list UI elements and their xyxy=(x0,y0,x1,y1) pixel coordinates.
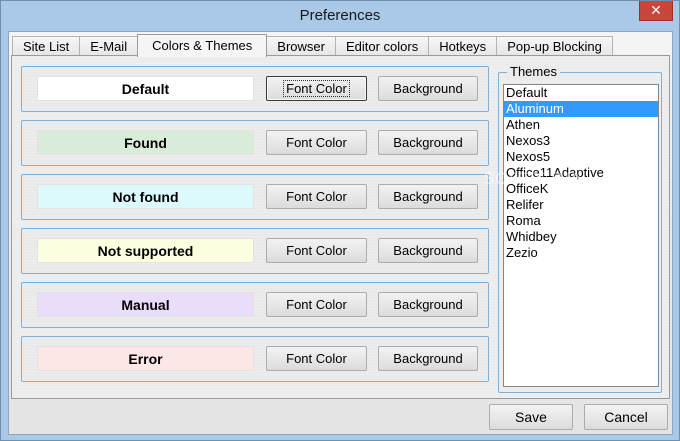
color-row-manual: Manual Font Color Background xyxy=(21,282,489,328)
themes-group: Themes Default Aluminum Athen Nexos3 Nex… xyxy=(498,64,662,393)
font-color-button-not-supported[interactable]: Font Color xyxy=(266,238,367,263)
tab-bar: Site List E-Mail Colors & Themes Browser… xyxy=(12,34,613,57)
tab-hotkeys[interactable]: Hotkeys xyxy=(428,36,498,56)
color-row-found: Found Font Color Background xyxy=(21,120,489,166)
background-button-found[interactable]: Background xyxy=(378,130,478,155)
swatch-manual: Manual xyxy=(37,292,254,317)
tab-editor-colors[interactable]: Editor colors xyxy=(334,36,430,56)
font-color-button-not-found[interactable]: Font Color xyxy=(266,184,367,209)
theme-item[interactable]: Nexos3 xyxy=(504,133,658,149)
theme-item[interactable]: Nexos5 xyxy=(504,149,658,165)
theme-item[interactable]: Zezio xyxy=(504,245,658,261)
swatch-not-supported: Not supported xyxy=(37,238,254,263)
tab-popup-blocking[interactable]: Pop-up Blocking xyxy=(496,36,613,56)
background-button-not-found[interactable]: Background xyxy=(378,184,478,209)
theme-item[interactable]: Roma xyxy=(504,213,658,229)
swatch-default: Default xyxy=(37,76,254,101)
title-bar[interactable]: Preferences ✕ xyxy=(1,1,679,31)
font-color-label: Font Color xyxy=(283,80,350,97)
theme-item[interactable]: Relifer xyxy=(504,197,658,213)
themes-list[interactable]: Default Aluminum Athen Nexos3 Nexos5 Off… xyxy=(503,84,659,387)
tab-colors-themes[interactable]: Colors & Themes xyxy=(137,34,268,57)
swatch-found: Found xyxy=(37,130,254,155)
swatch-error: Error xyxy=(37,346,254,371)
background-button-error[interactable]: Background xyxy=(378,346,478,371)
themes-legend: Themes xyxy=(507,64,560,79)
dialog-client: Site List E-Mail Colors & Themes Browser… xyxy=(8,31,673,435)
font-color-button-manual[interactable]: Font Color xyxy=(266,292,367,317)
tab-email[interactable]: E-Mail xyxy=(79,36,139,56)
font-color-button-default[interactable]: Font Color xyxy=(266,76,367,101)
theme-item[interactable]: Athen xyxy=(504,117,658,133)
colors-themes-panel: Default Font Color Background Found Font… xyxy=(11,55,670,399)
background-button-not-supported[interactable]: Background xyxy=(378,238,478,263)
color-row-not-supported: Not supported Font Color Background xyxy=(21,228,489,274)
color-row-default: Default Font Color Background xyxy=(21,66,489,112)
close-icon[interactable]: ✕ xyxy=(639,1,673,21)
background-button-default[interactable]: Background xyxy=(378,76,478,101)
tab-browser[interactable]: Browser xyxy=(266,36,336,56)
save-button[interactable]: Save xyxy=(489,404,573,430)
preferences-window: Preferences ✕ Site List E-Mail Colors & … xyxy=(0,0,680,441)
color-row-error: Error Font Color Background xyxy=(21,336,489,382)
cancel-button[interactable]: Cancel xyxy=(584,404,668,430)
font-color-button-error[interactable]: Font Color xyxy=(266,346,367,371)
theme-item[interactable]: Aluminum xyxy=(504,101,658,117)
color-row-not-found: Not found Font Color Background xyxy=(21,174,489,220)
theme-item[interactable]: Default xyxy=(504,85,658,101)
background-button-manual[interactable]: Background xyxy=(378,292,478,317)
theme-item[interactable]: Whidbey xyxy=(504,229,658,245)
window-title: Preferences xyxy=(299,7,381,24)
tab-site-list[interactable]: Site List xyxy=(12,36,81,56)
swatch-not-found: Not found xyxy=(37,184,254,209)
watermark-logo: SOFTPEDIA xyxy=(484,169,583,188)
font-color-button-found[interactable]: Font Color xyxy=(266,130,367,155)
